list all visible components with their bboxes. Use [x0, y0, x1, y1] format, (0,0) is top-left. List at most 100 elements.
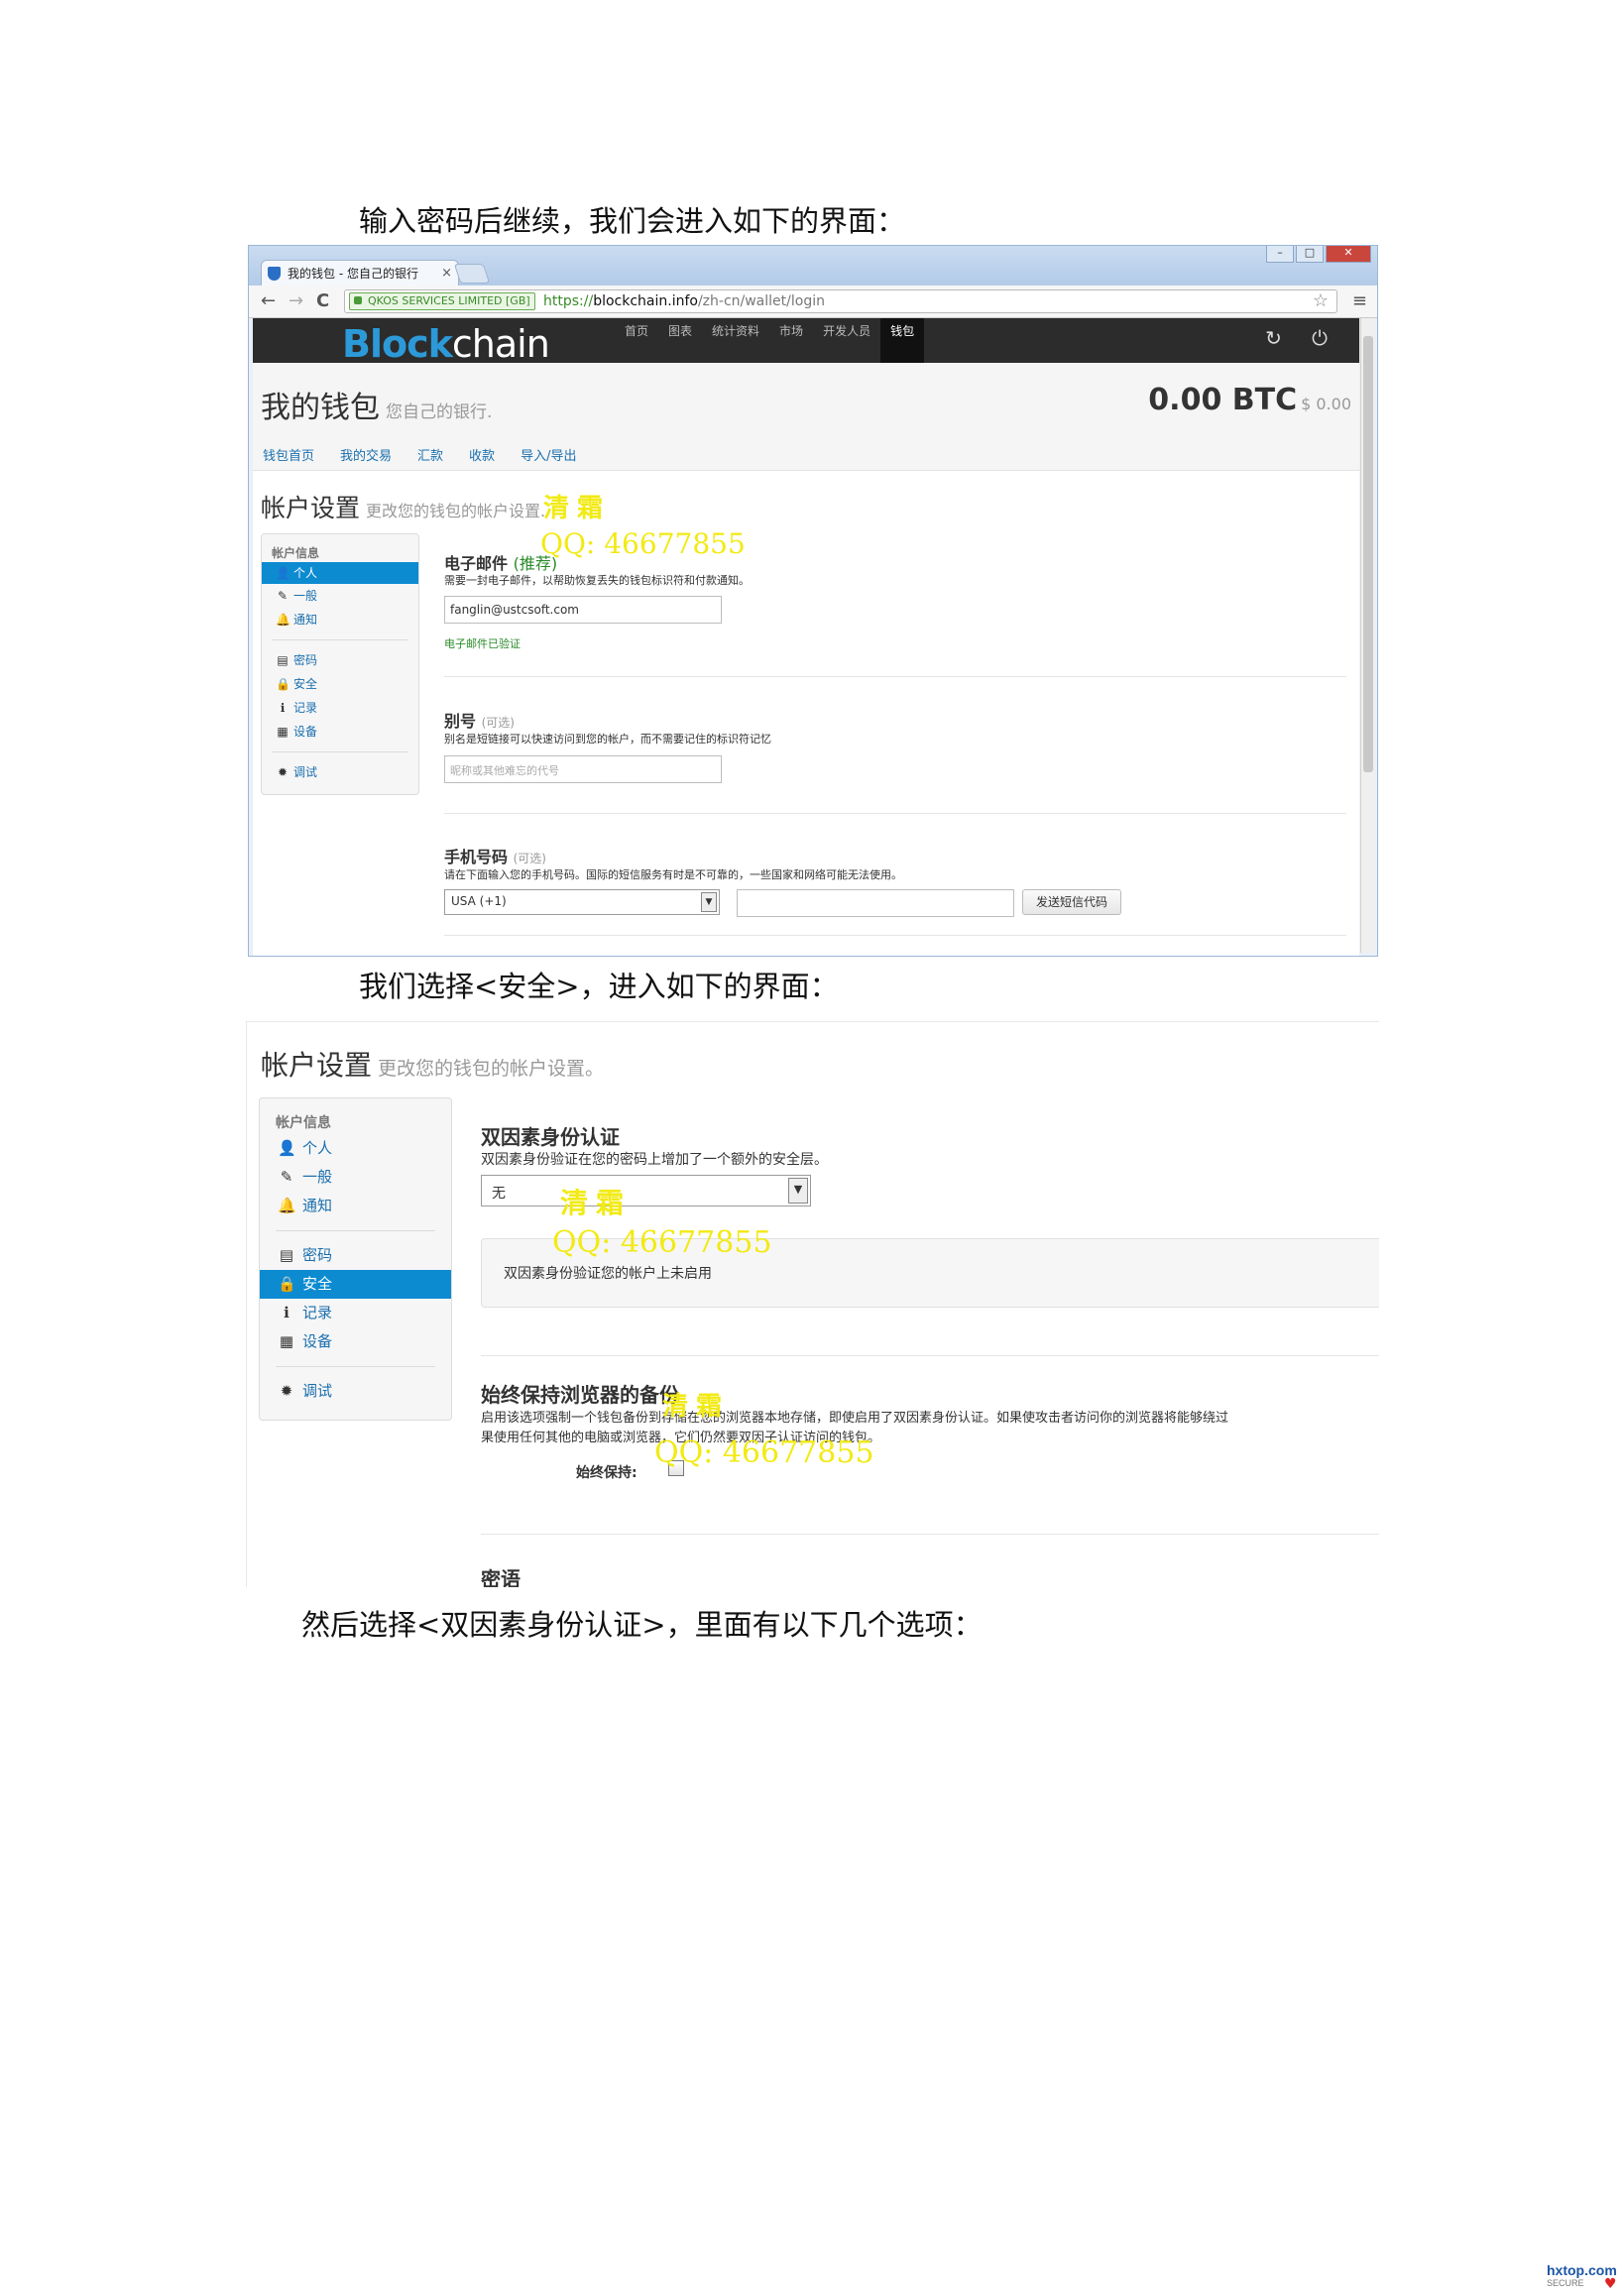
country-selected: USA (+1) — [451, 894, 507, 908]
balance-usd: $ 0.00 — [1301, 395, 1351, 413]
reload-icon[interactable]: C — [316, 290, 329, 311]
heart-icon: ♥ — [1604, 2276, 1617, 2292]
subnav-send[interactable]: 汇款 — [417, 445, 443, 464]
sidebar-item-label: 个人 — [302, 1139, 333, 1157]
sidebar-item-label: 记录 — [293, 701, 318, 715]
always-keep-label: 始终保持: — [576, 1465, 638, 1481]
ev-certificate-badge[interactable]: QKOS SERVICES LIMITED [GB] — [349, 292, 535, 310]
twofa-section-title: 双因素身份认证 — [481, 1125, 620, 1149]
sidebar-divider — [276, 1230, 435, 1231]
sidebar-item-label: 通知 — [302, 1197, 333, 1214]
country-select[interactable]: USA (+1) ▼ — [444, 889, 720, 915]
lock-icon: 🔒 — [278, 1275, 296, 1293]
screenshot-security-settings: 帐户设置 更改您的钱包的帐户设置。 帐户信息 👤 个人 ✎ 一般 🔔 通知 ▤ 密码 🔒 安… — [246, 1021, 1379, 1587]
passphrase-section-title: 密语 — [481, 1567, 521, 1587]
refresh-power-icons[interactable]: ↻ ⏻ — [1265, 326, 1339, 350]
ev-certificate-label: QKOS SERVICES LIMITED [GB] — [368, 294, 530, 307]
wallet-balance[interactable]: 0.00 BTC $ 0.00 — [1148, 383, 1351, 417]
nav-charts[interactable]: 图表 — [658, 318, 702, 363]
watermark-qq: QQ: 46677855 — [540, 527, 746, 560]
lock-icon: 🔒 — [276, 677, 290, 691]
sidebar-item-notifications[interactable]: 🔔 通知 — [260, 1192, 451, 1220]
nav-wallet[interactable]: 钱包 — [880, 318, 925, 363]
account-settings-title-2: 帐户设置 更改您的钱包的帐户设置。 — [261, 1044, 604, 1084]
sidebar-item-label: 密码 — [293, 653, 318, 667]
alias-note: (可选) — [481, 716, 515, 730]
sidebar-item-devices[interactable]: ▦ 设备 — [262, 720, 418, 744]
url-path: /zh-cn/wallet/login — [697, 293, 825, 309]
sidebar-item-password[interactable]: ▤ 密码 — [260, 1241, 451, 1270]
chevron-down-icon: ▼ — [701, 892, 717, 912]
nav-stats[interactable]: 统计资料 — [702, 318, 769, 363]
sidebar-item-debug[interactable]: ✹ 调试 — [262, 760, 418, 784]
tab-title: 我的钱包 - 您自己的银行 — [288, 267, 418, 281]
watermark-name-3: 清霜 — [662, 1392, 731, 1422]
browser-menu-icon[interactable]: ≡ — [1352, 290, 1367, 311]
close-window-button[interactable]: ✕ — [1326, 246, 1371, 263]
bookmark-star-icon[interactable]: ☆ — [1313, 290, 1329, 312]
qrcode-icon: ▦ — [277, 725, 289, 739]
subnav-receive[interactable]: 收款 — [469, 445, 495, 464]
alias-section-title: 别号 (可选) — [444, 708, 515, 732]
scrollbar-thumb[interactable] — [1363, 336, 1373, 772]
lock-icon — [354, 296, 362, 304]
email-input[interactable]: fanglin@ustcsoft.com — [444, 596, 722, 624]
wallet-subnav: 钱包首页 我的交易 汇款 收款 导入/导出 — [263, 445, 576, 464]
phone-description: 请在下面输入您的手机号码。国际的短信服务有时是不可靠的，一些国家和网络可能无法使… — [444, 868, 902, 881]
sidebar-item-security[interactable]: 🔒 安全 — [260, 1270, 451, 1299]
sidebar-item-label: 调试 — [293, 765, 318, 779]
nav-home[interactable]: 首页 — [615, 318, 658, 363]
phone-section-title: 手机号码 (可选) — [444, 844, 546, 867]
account-subtitle: 更改您的钱包的帐户设置. — [366, 502, 546, 520]
subnav-transactions[interactable]: 我的交易 — [340, 445, 392, 464]
sidebar-item-personal[interactable]: 👤 个人 — [260, 1134, 451, 1163]
subnav-wallet-home[interactable]: 钱包首页 — [263, 445, 314, 464]
watermark-name-2: 清霜 — [560, 1187, 633, 1219]
new-tab-button[interactable] — [453, 264, 491, 284]
sidebar-item-security[interactable]: 🔒 安全 — [262, 672, 418, 696]
sidebar-divider — [276, 1366, 435, 1367]
page-scrollbar[interactable] — [1360, 318, 1375, 953]
sidebar-header: 帐户信息 — [272, 546, 320, 560]
maximize-button[interactable]: □ — [1296, 246, 1324, 263]
window-controls: – □ ✕ — [1266, 246, 1371, 264]
sidebar-item-password[interactable]: ▤ 密码 — [262, 648, 418, 672]
bug-icon: ✹ — [277, 765, 289, 779]
sidebar-item-label: 记录 — [302, 1304, 333, 1321]
sidebar-item-general[interactable]: ✎ 一般 — [260, 1163, 451, 1192]
url-bar[interactable]: QKOS SERVICES LIMITED [GB] https://block… — [344, 289, 1337, 313]
sidebar-item-general[interactable]: ✎ 一般 — [262, 584, 418, 608]
back-arrow-icon[interactable]: ← — [261, 290, 276, 311]
twofa-method-select[interactable]: 无 ▼ — [481, 1175, 811, 1206]
sidebar-item-debug[interactable]: ✹ 调试 — [260, 1377, 451, 1406]
sidebar-item-devices[interactable]: ▦ 设备 — [260, 1327, 451, 1356]
account-title-text: 帐户设置 — [261, 1049, 373, 1082]
sidebar-item-notifications[interactable]: 🔔 通知 — [262, 608, 418, 631]
sidebar-item-label: 个人 — [293, 566, 318, 580]
section-divider — [444, 813, 1346, 814]
minimize-button[interactable]: – — [1266, 246, 1294, 263]
bell-icon: 🔔 — [278, 1197, 296, 1214]
nav-markets[interactable]: 市场 — [769, 318, 813, 363]
phone-number-input[interactable] — [737, 889, 1014, 917]
sidebar-divider — [272, 751, 408, 752]
tab-close-icon[interactable]: × — [441, 261, 452, 287]
sidebar-item-log[interactable]: ℹ 记录 — [260, 1299, 451, 1327]
subnav-import-export[interactable]: 导入/导出 — [521, 445, 576, 464]
forward-arrow-icon[interactable]: → — [289, 290, 303, 311]
sidebar-item-log[interactable]: ℹ 记录 — [262, 696, 418, 720]
nav-developers[interactable]: 开发人员 — [813, 318, 880, 363]
section-divider — [481, 1355, 1379, 1356]
section-divider — [481, 1534, 1379, 1535]
blockchain-logo[interactable]: Blockchain — [342, 322, 550, 366]
alias-input[interactable]: 昵称或其他难忘的代号 — [444, 755, 722, 783]
section-divider — [444, 935, 1346, 936]
alias-description: 别名是短链接可以快速访问到您的帐户，而不需要记住的标识符记忆 — [444, 733, 771, 746]
wallet-subtitle: 您自己的银行. — [386, 402, 493, 422]
bell-icon: 🔔 — [276, 613, 290, 627]
browser-tab[interactable]: 我的钱包 - 您自己的银行 × — [261, 260, 459, 286]
sidebar-item-personal[interactable]: 👤 个人 — [262, 562, 418, 584]
send-sms-code-button[interactable]: 发送短信代码 — [1022, 889, 1121, 915]
shield-favicon-icon — [268, 267, 281, 281]
account-title-text: 帐户设置 — [261, 494, 361, 522]
